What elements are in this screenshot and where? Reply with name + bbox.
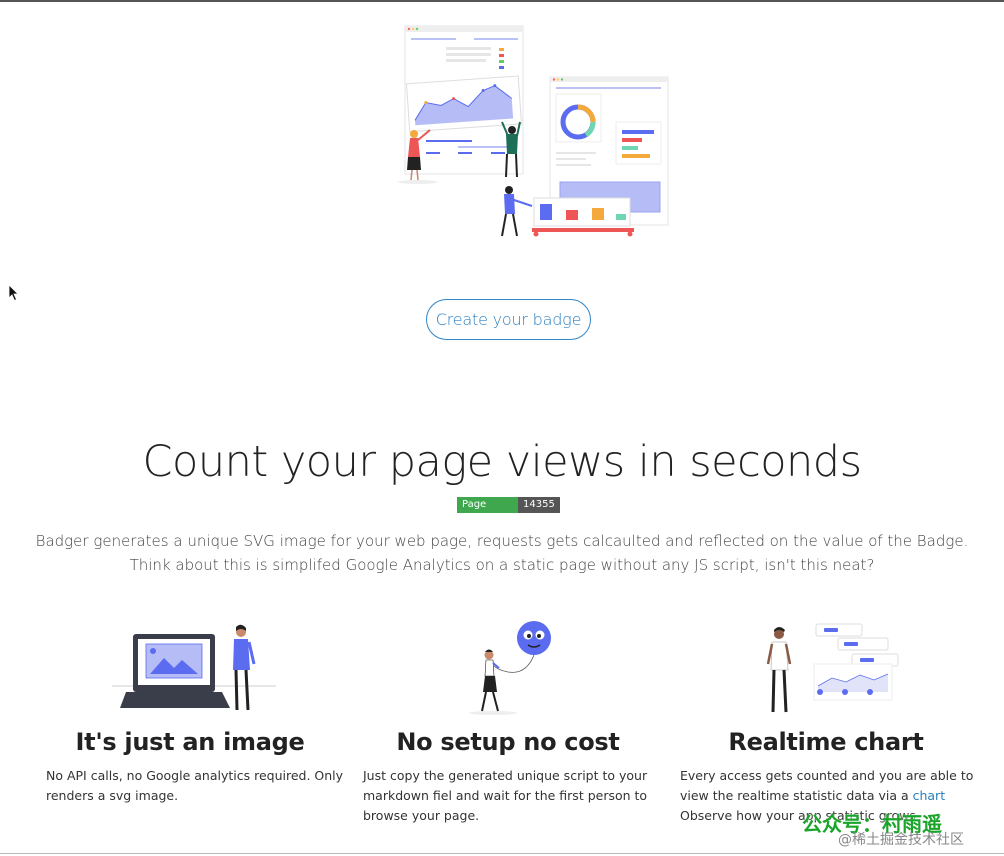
chart-link[interactable]: chart [913, 788, 946, 803]
hero-dashboard-illustration [398, 25, 669, 237]
badge-label: Page Views [457, 497, 518, 526]
feature-title: No setup no cost [396, 728, 620, 756]
feature-text: No API calls, no Google analytics requir… [46, 768, 344, 803]
top-border [0, 0, 1004, 2]
balloon-person-illustration [469, 621, 551, 715]
section-headline: Count your page views in seconds [142, 437, 862, 487]
feature-title: It's just an image [75, 728, 305, 756]
create-badge-button[interactable]: Create your badge [426, 299, 591, 340]
chart-person-illustration [766, 623, 899, 713]
description-line-1: Badger generates a unique SVG image for … [35, 532, 969, 550]
feature-title: Realtime chart [728, 728, 924, 756]
section-description: Badger generates a unique SVG image for … [0, 529, 1004, 577]
watermark-community: @稀土掘金技术社区 [838, 832, 964, 848]
bottom-border [0, 853, 1004, 854]
feature-text: Just copy the generated unique script to… [363, 768, 648, 823]
page-views-badge: Page Views 14355 [457, 497, 560, 526]
description-line-2: Think about this is simplifed Google Ana… [129, 556, 875, 574]
mouse-cursor-icon [8, 284, 19, 302]
laptop-person-illustration [112, 624, 276, 711]
badge-value: 14355 [518, 497, 560, 513]
